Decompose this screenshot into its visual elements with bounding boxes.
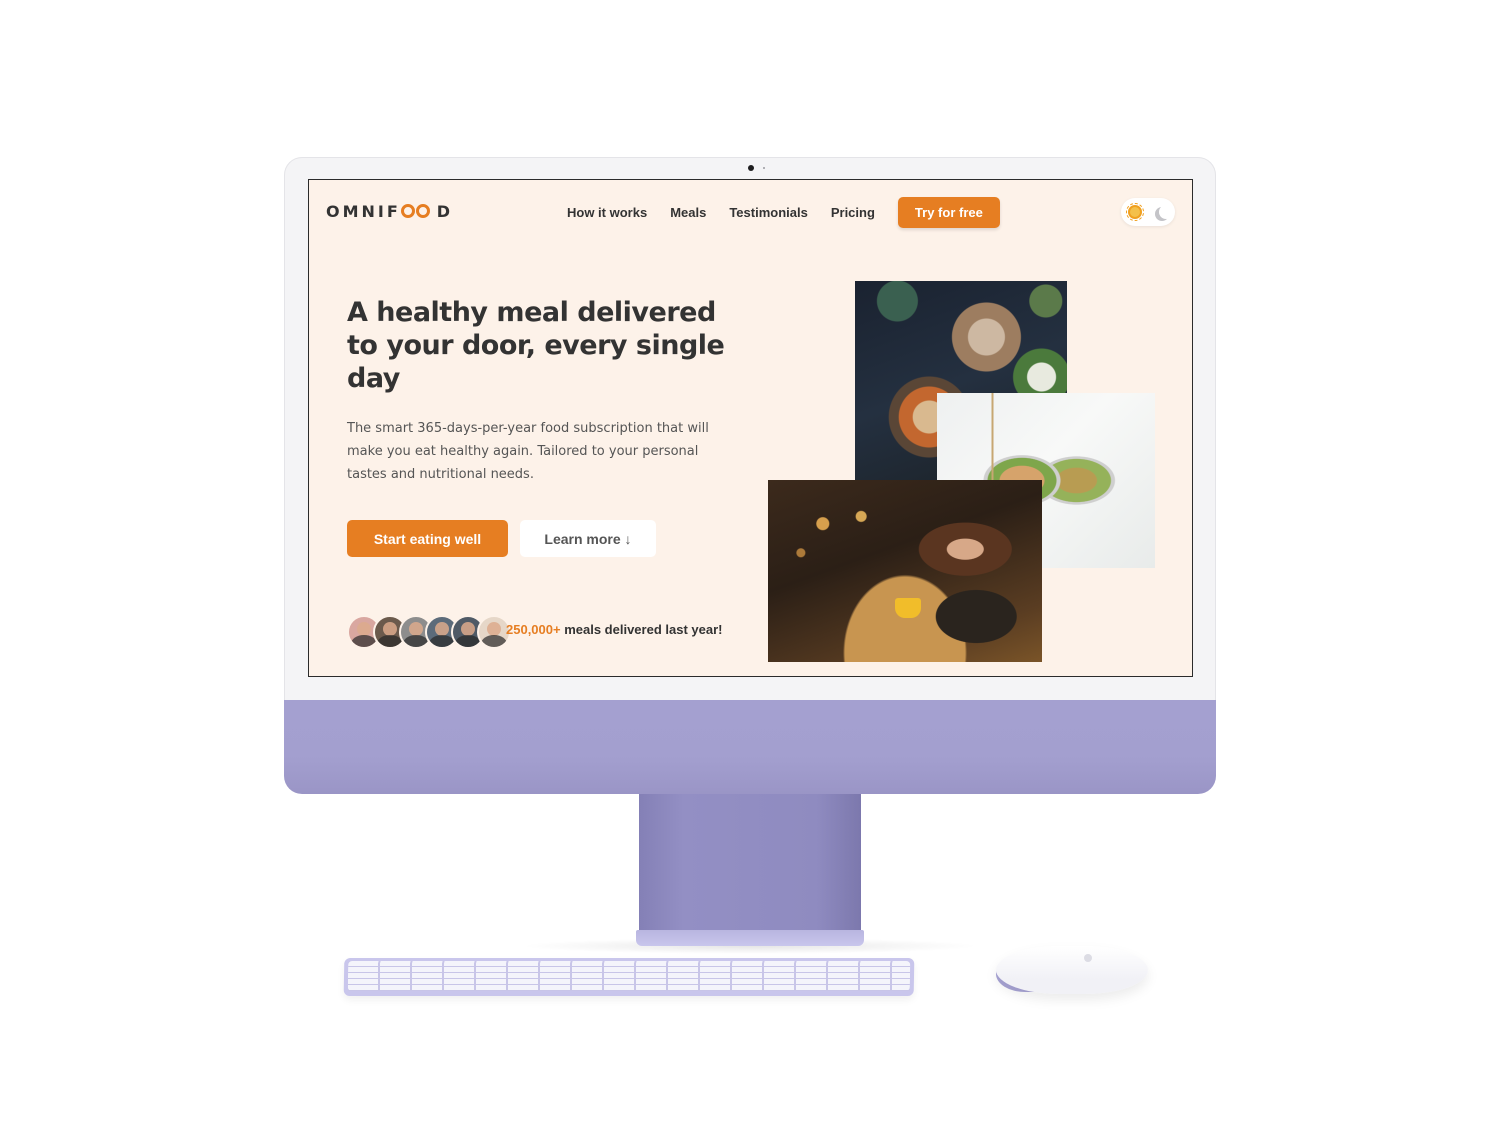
camera-icon — [748, 165, 754, 171]
logo-text-suffix: D — [436, 201, 454, 221]
monitor-stand — [639, 794, 861, 934]
nav-link-testimonials[interactable]: Testimonials — [729, 205, 808, 220]
monitor-stand-foot — [636, 930, 864, 946]
apple-logo-icon — [1084, 954, 1092, 962]
nav-link-meals[interactable]: Meals — [670, 205, 706, 220]
woman-eating-image — [768, 480, 1042, 662]
start-eating-well-button[interactable]: Start eating well — [347, 520, 508, 557]
nav-link-pricing[interactable]: Pricing — [831, 205, 875, 220]
meals-delivered-stat: 250,000+ meals delivered last year! — [506, 622, 722, 637]
theme-toggle[interactable] — [1121, 198, 1175, 226]
try-for-free-button[interactable]: Try for free — [897, 197, 1000, 228]
main-nav: How it works Meals Testimonials Pricing … — [567, 197, 1000, 228]
customer-avatars — [347, 615, 511, 649]
infinity-icon — [400, 204, 435, 218]
coffee-cup — [895, 598, 921, 618]
website-screen: OMNIF D How it works Meals Testimonials … — [308, 179, 1193, 677]
monitor-chin — [284, 700, 1216, 794]
sun-icon[interactable] — [1125, 203, 1144, 221]
keyboard — [343, 958, 915, 996]
hero-title: A healthy meal delivered to your door, e… — [347, 297, 725, 394]
moon-icon[interactable] — [1159, 205, 1173, 219]
meals-delivered-text: meals delivered last year! — [560, 622, 723, 637]
meals-delivered-count: 250,000+ — [506, 622, 561, 637]
hero-description: The smart 365-days-per-year food subscri… — [347, 421, 709, 482]
keyboard-keys — [347, 961, 911, 991]
nav-link-how-it-works[interactable]: How it works — [567, 205, 647, 220]
learn-more-button[interactable]: Learn more ↓ — [520, 520, 656, 557]
mouse — [996, 946, 1148, 994]
camera-sensor — [763, 167, 765, 169]
omnifood-logo[interactable]: OMNIF D — [326, 201, 453, 221]
logo-text-prefix: OMNIF — [326, 201, 401, 221]
